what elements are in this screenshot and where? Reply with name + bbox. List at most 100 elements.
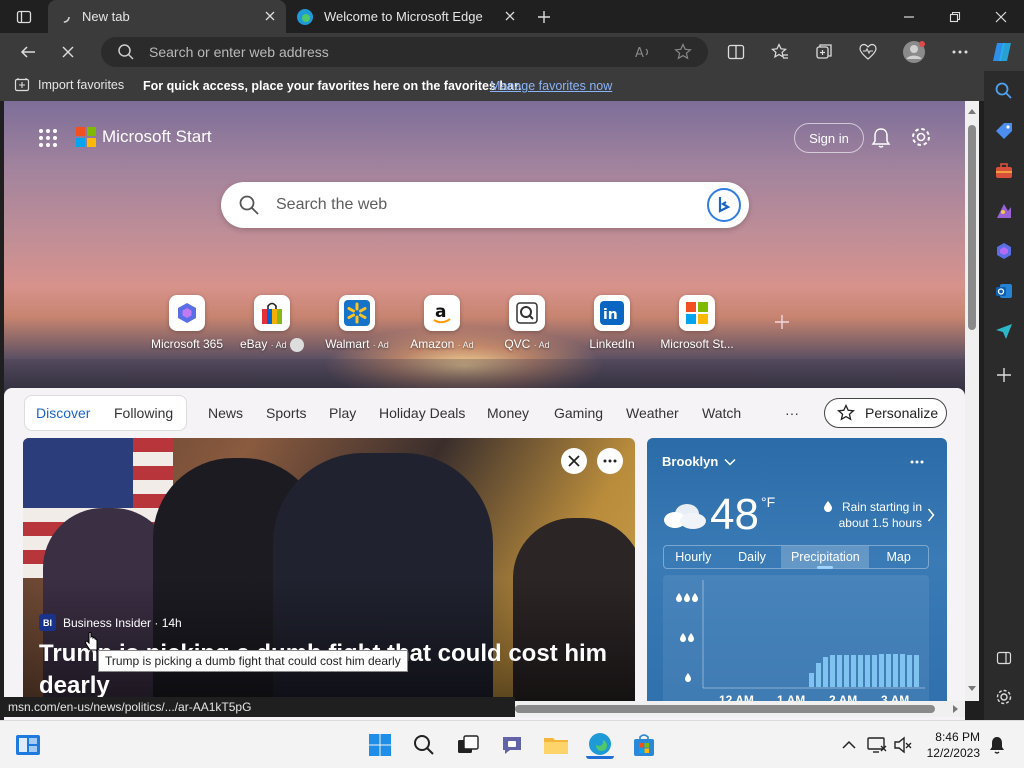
settings-more-button[interactable] [944, 37, 976, 67]
import-favorites-button[interactable]: Import favorites [14, 77, 124, 93]
chevron-right-icon[interactable] [927, 508, 935, 522]
import-favorites-label: Import favorites [38, 78, 125, 92]
task-view-button[interactable] [454, 731, 482, 759]
read-aloud-icon[interactable]: A [634, 43, 652, 61]
notifications-button[interactable] [986, 731, 1008, 759]
stop-loading-button[interactable] [52, 37, 84, 67]
scroll-up-arrow-icon[interactable] [965, 105, 979, 117]
address-bar[interactable]: Search or enter web address A [101, 37, 708, 67]
scrollbar-thumb[interactable] [515, 705, 935, 713]
scrollbar-thumb[interactable] [968, 125, 976, 330]
copilot-button[interactable] [986, 37, 1018, 67]
sidebar-drop-button[interactable] [992, 319, 1016, 343]
sidebar-tools-button[interactable] [992, 159, 1016, 183]
quick-link-microsoft-store[interactable]: Microsoft St... [652, 295, 742, 351]
back-button[interactable] [12, 37, 44, 67]
feed-tab-play[interactable]: Play [329, 405, 356, 421]
sidebar-outlook-button[interactable] [992, 279, 1016, 303]
tab-actions-menu-button[interactable] [0, 0, 48, 33]
file-explorer-button[interactable] [542, 731, 570, 759]
volume-button[interactable] [892, 731, 914, 759]
task-view-icon [458, 735, 479, 753]
teams-chat-button[interactable] [498, 731, 526, 759]
weather-card[interactable]: Brooklyn 48 °F Rain starting in about 1.… [647, 438, 947, 708]
browser-essentials-button[interactable] [852, 37, 884, 67]
manage-favorites-link[interactable]: Manage favorites now [490, 79, 612, 93]
quick-link-amazon[interactable]: a Amazon · Ad [397, 295, 487, 351]
microsoft-start-brand[interactable]: Microsoft Start [76, 127, 212, 147]
taskbar-search-button[interactable] [410, 731, 438, 759]
vertical-scrollbar[interactable] [965, 101, 979, 701]
weather-location[interactable]: Brooklyn [662, 454, 736, 469]
games-icon [997, 204, 1011, 218]
sidebar-search-button[interactable] [992, 79, 1016, 103]
feed-tab-holiday-deals[interactable]: Holiday Deals [379, 405, 465, 421]
weather-location-label: Brooklyn [662, 454, 719, 469]
network-status-button[interactable] [866, 731, 888, 759]
widgets-button[interactable] [14, 731, 42, 759]
scroll-down-arrow-icon[interactable] [965, 683, 979, 695]
favorites-button[interactable] [764, 37, 796, 67]
quick-link-ebay[interactable]: eBay · Ad [227, 295, 317, 352]
sign-in-button[interactable]: Sign in [794, 123, 864, 153]
feed-tab-watch[interactable]: Watch [702, 405, 741, 421]
split-screen-button[interactable] [720, 37, 752, 67]
quick-link-walmart[interactable]: Walmart · Ad [312, 295, 402, 351]
microsoft-store-button[interactable] [630, 731, 658, 759]
restore-button[interactable] [932, 0, 978, 33]
weather-tab-precipitation[interactable]: Precipitation [781, 546, 870, 568]
close-tab-icon[interactable] [262, 8, 278, 24]
hide-sidebar-button[interactable] [992, 646, 1016, 670]
close-icon [568, 455, 580, 467]
scroll-right-arrow-icon[interactable] [949, 702, 961, 716]
close-tab-icon[interactable] [502, 8, 518, 24]
tab-strip: New tab Welcome to Microsoft Edge [0, 0, 1024, 33]
ad-label: · Ad [270, 340, 287, 350]
more-dots-icon[interactable] [910, 460, 924, 464]
profile-button[interactable] [898, 37, 930, 67]
horizontal-scrollbar[interactable] [515, 701, 965, 717]
star-favorite-icon[interactable] [674, 43, 692, 61]
card-more-button[interactable] [597, 448, 623, 474]
feed-more-button[interactable]: ··· [785, 405, 799, 421]
show-hidden-icons-button[interactable] [838, 731, 860, 759]
ad-info-dot[interactable] [290, 337, 305, 352]
feed-tab-money[interactable]: Money [487, 405, 529, 421]
gear-icon[interactable] [910, 126, 932, 148]
feed-tab-following[interactable]: Following [114, 405, 173, 421]
taskbar-edge-button[interactable] [586, 731, 614, 759]
weather-tab-hourly[interactable]: Hourly [664, 546, 723, 568]
bell-icon[interactable] [871, 127, 891, 149]
bing-chat-icon[interactable] [707, 188, 741, 222]
feed-tab-weather[interactable]: Weather [626, 405, 679, 421]
sidebar-games-button[interactable] [992, 199, 1016, 223]
tab-welcome-edge[interactable]: Welcome to Microsoft Edge [290, 0, 526, 33]
sidebar-shopping-button[interactable] [992, 119, 1016, 143]
tab-new-tab[interactable]: New tab [48, 0, 286, 33]
quick-link-qvc[interactable]: QVC · Ad [482, 295, 572, 351]
weather-tab-map[interactable]: Map [869, 546, 928, 568]
sidebar-settings-button[interactable] [992, 685, 1016, 709]
feed-tab-news[interactable]: News [208, 405, 243, 421]
send-icon [996, 324, 1012, 339]
quick-link-linkedin[interactable]: in LinkedIn [567, 295, 657, 351]
web-search-box[interactable]: Search the web [221, 182, 749, 228]
outlook-icon [996, 284, 1012, 298]
app-launcher-icon[interactable] [38, 128, 58, 148]
weather-tab-daily[interactable]: Daily [723, 546, 782, 568]
personalize-button[interactable]: Personalize [824, 398, 947, 428]
sidebar-add-button[interactable] [992, 363, 1016, 387]
feed-tab-sports[interactable]: Sports [266, 405, 306, 421]
minimize-button[interactable] [886, 0, 932, 33]
add-quick-link-icon[interactable] [774, 314, 790, 330]
dismiss-card-button[interactable] [561, 448, 587, 474]
close-window-button[interactable] [978, 0, 1024, 33]
start-button[interactable] [366, 731, 394, 759]
feed-tab-gaming[interactable]: Gaming [554, 405, 603, 421]
feed-tab-discover[interactable]: Discover [36, 405, 90, 421]
new-tab-button[interactable] [528, 0, 560, 33]
sidebar-m365-button[interactable] [992, 239, 1016, 263]
quick-link-microsoft-365[interactable]: Microsoft 365 [142, 295, 232, 351]
system-clock[interactable]: 8:46 PM 12/2/2023 [920, 729, 980, 761]
collections-button[interactable] [808, 37, 840, 67]
